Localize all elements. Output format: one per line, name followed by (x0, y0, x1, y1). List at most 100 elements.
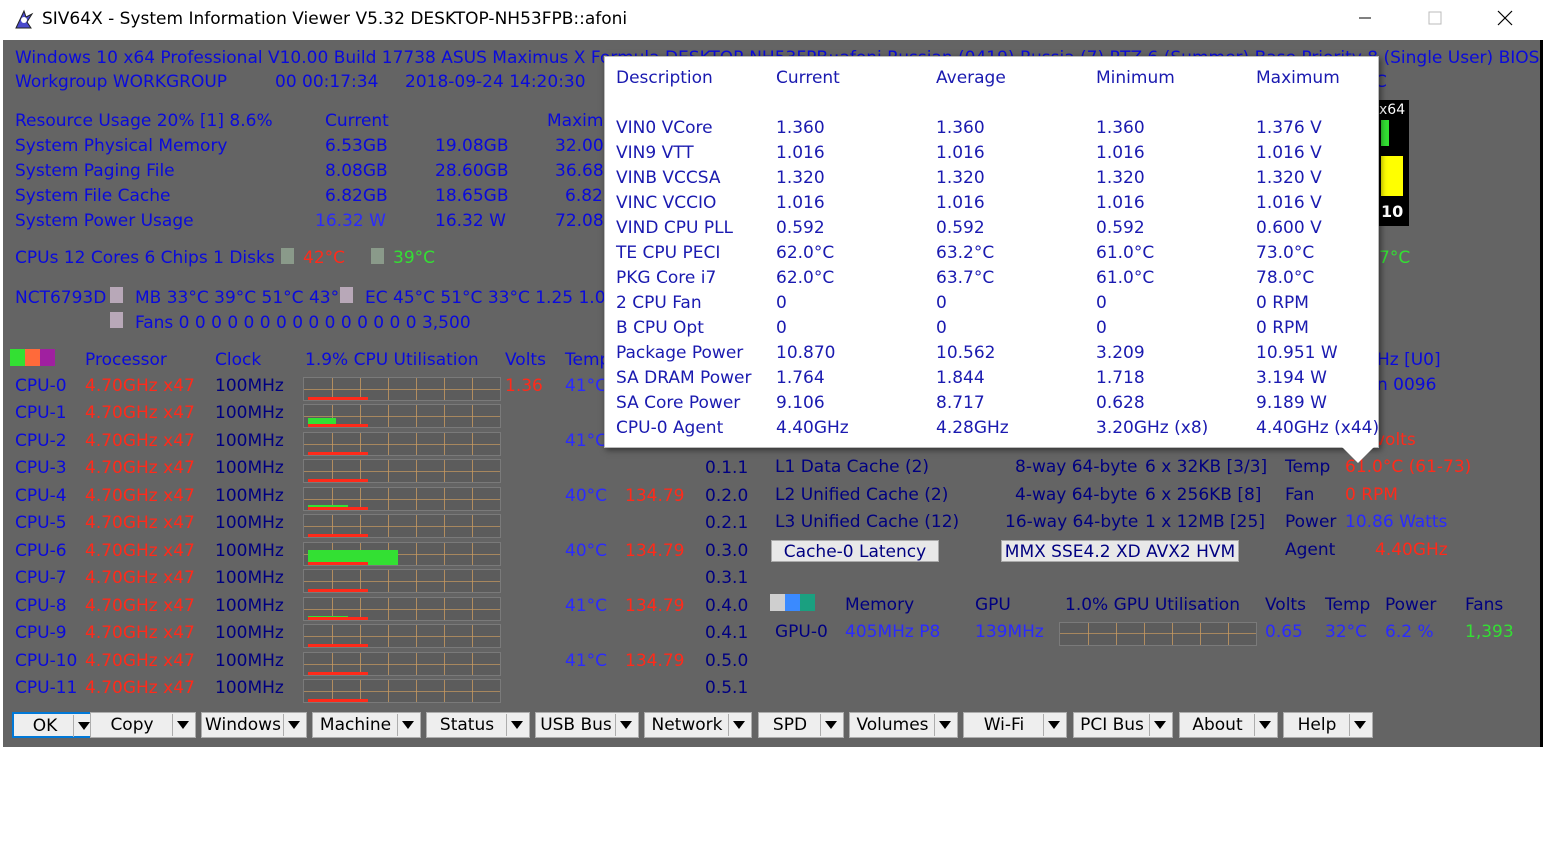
cpu-name[interactable]: CPU-8 (15, 596, 67, 616)
resource-usage-title[interactable]: Resource Usage 20% [1] 8.6% (15, 111, 273, 131)
tooltip-sensor-value: 62.0°C (776, 268, 835, 288)
spd-button[interactable]: SPD (758, 712, 844, 738)
cpu-utilisation-graph (303, 597, 501, 621)
minimize-button[interactable] (1330, 0, 1400, 36)
cpu-bus-clock: 100MHz (215, 623, 284, 643)
tooltip-pointer (1340, 445, 1376, 463)
status-button[interactable]: Status (426, 712, 530, 738)
tooltip-sensor-name: 2 CPU Fan (616, 293, 702, 313)
cpu-name[interactable]: CPU-1 (15, 403, 67, 423)
tooltip-sensor-value: 61.0°C (1096, 268, 1155, 288)
dropdown-arrow-icon[interactable] (283, 714, 305, 736)
cpu-frequency: 4.70GHz x47 (85, 376, 195, 396)
tooltip-sensor-value: 4.40GHz (776, 418, 849, 438)
pci-bus-button[interactable]: PCI Bus (1073, 712, 1173, 738)
volumes-button[interactable]: Volumes (849, 712, 958, 738)
button-label: USB Bus (540, 715, 612, 735)
cpu-bus-clock: 100MHz (215, 513, 284, 533)
tooltip-sensor-value: 1.360 (936, 118, 985, 138)
gpu-utilisation-header: 1.0% GPU Utilisation (1065, 595, 1240, 615)
close-icon (1497, 10, 1513, 26)
dropdown-arrow-icon[interactable] (506, 714, 528, 736)
cache-size: 1 x 12MB [25] (1145, 512, 1265, 532)
nct-indicator (110, 312, 123, 328)
ok-button[interactable]: OK (12, 712, 98, 738)
button-label: Copy (110, 715, 154, 735)
cpu-name[interactable]: CPU-5 (15, 513, 67, 533)
machine-button[interactable]: Machine (312, 712, 421, 738)
cpu-frequency: 4.70GHz x47 (85, 596, 195, 616)
fan-value: 0 RPM (1345, 485, 1398, 505)
dropdown-arrow-icon[interactable] (820, 714, 842, 736)
cpu-temp: 41°C (565, 651, 608, 671)
disk-indicator (281, 248, 294, 264)
cpu-topology-id: 0.4.1 (705, 623, 749, 643)
cpu-utilisation-graph (303, 404, 501, 428)
dropdown-arrow-icon[interactable] (172, 714, 194, 736)
cache-name: L1 Data Cache (2) (775, 457, 930, 477)
resource-third: 6.82 (565, 186, 603, 206)
cpu-name[interactable]: CPU-0 (15, 376, 67, 396)
tooltip-sensor-name: TE CPU PECI (616, 243, 721, 263)
cpu-bus-clock: 100MHz (215, 403, 284, 423)
network-button[interactable]: Network (644, 712, 752, 738)
cpu-name[interactable]: CPU-7 (15, 568, 67, 588)
clock-col-header: Clock (215, 350, 262, 370)
button-label: Windows (205, 715, 281, 735)
cpu-name[interactable]: CPU-11 (15, 678, 77, 698)
cpu-kernel-fill (308, 534, 368, 537)
title-bar[interactable]: SIV64X - System Information Viewer V5.32… (0, 0, 1543, 40)
cache-latency-label: Cache-0 Latency (783, 542, 927, 562)
resource-col-current: Current (325, 111, 389, 131)
cpu-bus-clock: 100MHz (215, 458, 284, 478)
cpu-name[interactable]: CPU-6 (15, 541, 67, 561)
dropdown-arrow-icon[interactable] (1349, 714, 1371, 736)
badge-yellow-bar (1381, 156, 1403, 196)
tooltip-header-4: Maximum (1256, 68, 1340, 88)
dropdown-arrow-icon[interactable] (397, 714, 419, 736)
wi-fi-button[interactable]: Wi-Fi (963, 712, 1067, 738)
dropdown-arrow-icon[interactable] (1149, 714, 1171, 736)
cpu-name[interactable]: CPU-10 (15, 651, 77, 671)
cpu-features-button[interactable]: MMX SSE4.2 XD AVX2 HVM (1001, 540, 1239, 562)
resource-label: System Paging File (15, 161, 175, 181)
gpu-name[interactable]: GPU-0 (775, 622, 828, 642)
close-button[interactable] (1470, 0, 1540, 36)
tooltip-sensor-value: 63.7°C (936, 268, 995, 288)
gpu-temp-header: Temp (1325, 595, 1371, 615)
button-label: Machine (319, 715, 392, 735)
gpu-temp: 32°C (1325, 622, 1368, 642)
maximize-button[interactable] (1400, 0, 1470, 36)
cache-name: L2 Unified Cache (2) (775, 485, 949, 505)
cpu-name[interactable]: CPU-9 (15, 623, 67, 643)
nct-chip-label[interactable]: NCT6793D (15, 288, 106, 308)
copy-button[interactable]: Copy (90, 712, 196, 738)
cpu-kernel-fill (308, 479, 368, 482)
cpu-utilisation-graph (303, 542, 501, 566)
dropdown-arrow-icon[interactable] (934, 714, 956, 736)
tooltip-sensor-value: 1.764 (776, 368, 825, 388)
resource-third: 36.68 (555, 161, 604, 181)
tooltip-sensor-value: 0.600 V (1256, 218, 1322, 238)
temp-right-tail: 7°C (1379, 248, 1411, 268)
tooltip-sensor-value: 1.016 (776, 193, 825, 213)
dropdown-arrow-icon[interactable] (728, 714, 750, 736)
cpu-name[interactable]: CPU-3 (15, 458, 67, 478)
cpu-name[interactable]: CPU-4 (15, 486, 67, 506)
windows-button[interactable]: Windows (201, 712, 307, 738)
usb-bus-button[interactable]: USB Bus (535, 712, 639, 738)
dropdown-arrow-icon[interactable] (1043, 714, 1065, 736)
dropdown-arrow-icon[interactable] (615, 714, 637, 736)
about-button[interactable]: About (1179, 712, 1278, 738)
tooltip-sensor-value: 10.870 (776, 343, 836, 363)
cpu-frequency: 4.70GHz x47 (85, 623, 195, 643)
gpu-fans-header: Fans (1465, 595, 1504, 615)
dropdown-arrow-icon[interactable] (1254, 714, 1276, 736)
cache-latency-button[interactable]: Cache-0 Latency (771, 540, 939, 562)
tooltip-sensor-value: 3.20GHz (x8) (1096, 418, 1209, 438)
button-label: Network (651, 715, 723, 735)
cpu-name[interactable]: CPU-2 (15, 431, 67, 451)
cpus-disks-line[interactable]: CPUs 12 Cores 6 Chips 1 Disks (15, 248, 275, 268)
gpu-volts-header: Volts (1265, 595, 1306, 615)
help-button[interactable]: Help (1283, 712, 1373, 738)
